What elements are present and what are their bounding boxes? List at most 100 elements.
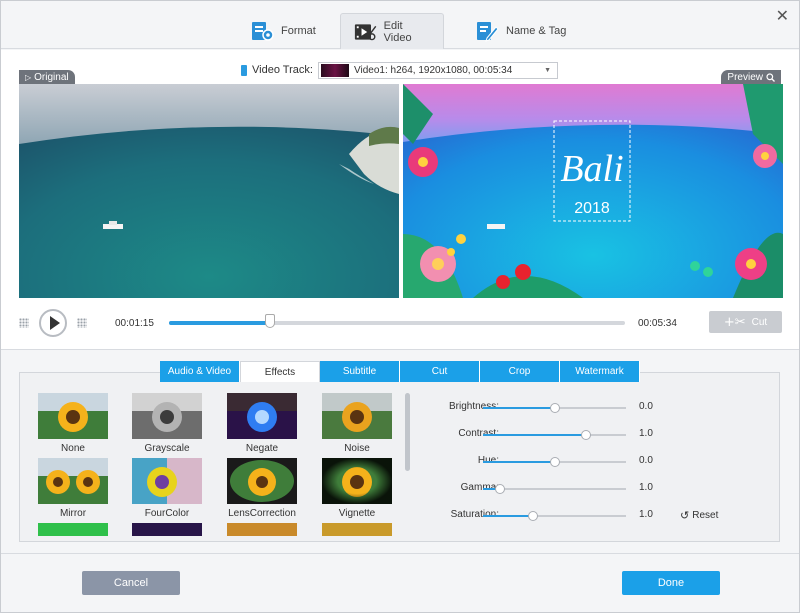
effect-thumbnail	[227, 393, 297, 439]
effect-thumbnail	[38, 393, 108, 439]
effect-thumbnail	[38, 458, 108, 504]
effect-grayscale[interactable]: Grayscale	[132, 393, 202, 454]
overlay-title: Bali	[560, 148, 623, 190]
play-small-icon: ▷	[25, 73, 32, 82]
effect-next-row[interactable]	[322, 523, 392, 536]
effect-next-row[interactable]	[132, 523, 202, 536]
effect-next-row[interactable]	[227, 523, 297, 536]
video-track-select[interactable]: Video1: h264, 1920x1080, 00:05:34 ▼	[318, 62, 558, 79]
play-button[interactable]	[39, 309, 67, 337]
timeline-handle[interactable]	[265, 314, 275, 328]
effect-label: Grayscale	[144, 443, 190, 454]
adjust-knob[interactable]	[549, 457, 560, 467]
video-track-icon	[241, 64, 247, 76]
timeline-progress	[169, 321, 272, 325]
adjust-fill	[483, 461, 555, 463]
drag-grip-icon[interactable]	[77, 318, 87, 328]
effect-noise[interactable]: Noise	[322, 393, 392, 454]
effect-mirror[interactable]: Mirror	[38, 458, 108, 519]
effect-label: Noise	[344, 443, 370, 454]
close-icon[interactable]: ✕	[776, 6, 789, 25]
tab-crop[interactable]: Crop	[480, 361, 560, 382]
reset-button[interactable]: ↺ Reset	[680, 509, 718, 522]
tab-watermark[interactable]: Watermark	[560, 361, 640, 382]
original-badge: ▷ Original	[19, 70, 75, 85]
edit-tabs: Audio & Video Effects Subtitle Cut Crop …	[160, 361, 640, 382]
tab-subtitle[interactable]: Subtitle	[320, 361, 400, 382]
effect-thumbnail	[227, 458, 297, 504]
cut-button[interactable]: +✂ Cut	[709, 311, 782, 333]
preview-video-frame: Bali 2018	[403, 84, 783, 298]
preview-badge[interactable]: Preview	[721, 70, 781, 85]
effect-label: FourColor	[144, 508, 190, 519]
adjust-knob[interactable]	[528, 511, 539, 521]
effect-thumbnail	[38, 523, 108, 536]
cut-button-label: Cut	[751, 316, 768, 328]
video-track-label: Video Track:	[241, 64, 313, 76]
original-badge-label: Original	[34, 72, 69, 83]
tab-format[interactable]: Format	[237, 13, 328, 49]
preview-video: Bali 2018	[403, 84, 783, 298]
effect-none[interactable]: None	[38, 393, 108, 454]
adjust-knob[interactable]	[495, 484, 506, 494]
effect-vignette[interactable]: Vignette	[322, 458, 392, 519]
scissors-icon: +✂	[723, 314, 746, 330]
drag-grip-icon[interactable]	[19, 318, 29, 328]
done-button[interactable]: Done	[622, 571, 720, 595]
effects-scrollbar[interactable]	[405, 393, 410, 471]
cancel-button[interactable]: Cancel	[82, 571, 180, 595]
effect-label: Mirror	[59, 508, 87, 519]
tab-cut[interactable]: Cut	[400, 361, 480, 382]
effect-lenscorrection[interactable]: LensCorrection	[227, 458, 297, 519]
effect-negate[interactable]: Negate	[227, 393, 297, 454]
format-icon	[252, 22, 274, 41]
effect-thumbnail	[322, 393, 392, 439]
adjust-fill	[483, 434, 586, 436]
total-time: 00:05:34	[638, 318, 677, 329]
adjust-value: 0.0	[639, 401, 653, 412]
effect-label: LensCorrection	[228, 508, 296, 519]
video-preview-area: Video Track: Video1: h264, 1920x1080, 00…	[1, 50, 799, 350]
effect-label: Vignette	[338, 508, 376, 519]
adjust-track[interactable]	[483, 430, 626, 440]
effect-label: None	[61, 443, 85, 454]
tab-edit-video[interactable]: Edit Video	[340, 13, 444, 49]
adjust-fill	[483, 407, 555, 409]
brightness-slider[interactable]: Brightness: 0.0	[421, 401, 731, 415]
effect-thumbnail	[132, 458, 202, 504]
timeline-slider[interactable]	[169, 321, 625, 325]
current-time: 00:01:15	[115, 318, 154, 329]
player-controls: 00:01:15 00:05:34 +✂ Cut	[1, 308, 799, 338]
adjust-value: 1.0	[639, 428, 653, 439]
footer-divider	[1, 553, 799, 554]
adjust-track[interactable]	[483, 403, 626, 413]
effect-fourcolor[interactable]: FourColor	[132, 458, 202, 519]
preview-badge-label: Preview	[727, 72, 763, 83]
hue-slider[interactable]: Hue: 0.0	[421, 455, 731, 469]
effect-thumbnail	[322, 458, 392, 504]
adjust-value: 1.0	[639, 509, 653, 520]
video-track-value: Video1: h264, 1920x1080, 00:05:34	[354, 65, 513, 76]
overlay-year: 2018	[574, 200, 610, 217]
effects-grid: None Grayscale Negate Noise Mirror FourC…	[21, 393, 396, 536]
effect-thumbnail	[322, 523, 392, 536]
effect-next-row[interactable]	[38, 523, 108, 536]
tab-effects[interactable]: Effects	[240, 361, 320, 382]
adjust-knob[interactable]	[549, 403, 560, 413]
adjust-track[interactable]	[483, 511, 626, 521]
adjust-track[interactable]	[483, 457, 626, 467]
tab-name-tag-label: Name & Tag	[506, 25, 567, 37]
adjust-track[interactable]	[483, 484, 626, 494]
video-track-label-text: Video Track:	[252, 64, 313, 76]
adjust-value: 1.0	[639, 482, 653, 493]
tab-name-tag[interactable]: Name & Tag	[462, 13, 578, 49]
gamma-slider[interactable]: Gamma: 1.0	[421, 482, 731, 496]
reset-label: Reset	[692, 510, 719, 521]
tab-audio-video[interactable]: Audio & Video	[160, 361, 240, 382]
magnifier-icon	[766, 73, 775, 82]
adjust-knob[interactable]	[580, 430, 591, 440]
contrast-slider[interactable]: Contrast: 1.0	[421, 428, 731, 442]
top-tab-bar: Format Edit Video Name & Tag ✕	[1, 1, 799, 49]
edit-video-icon	[354, 23, 377, 40]
video-track-thumbnail	[321, 64, 349, 77]
